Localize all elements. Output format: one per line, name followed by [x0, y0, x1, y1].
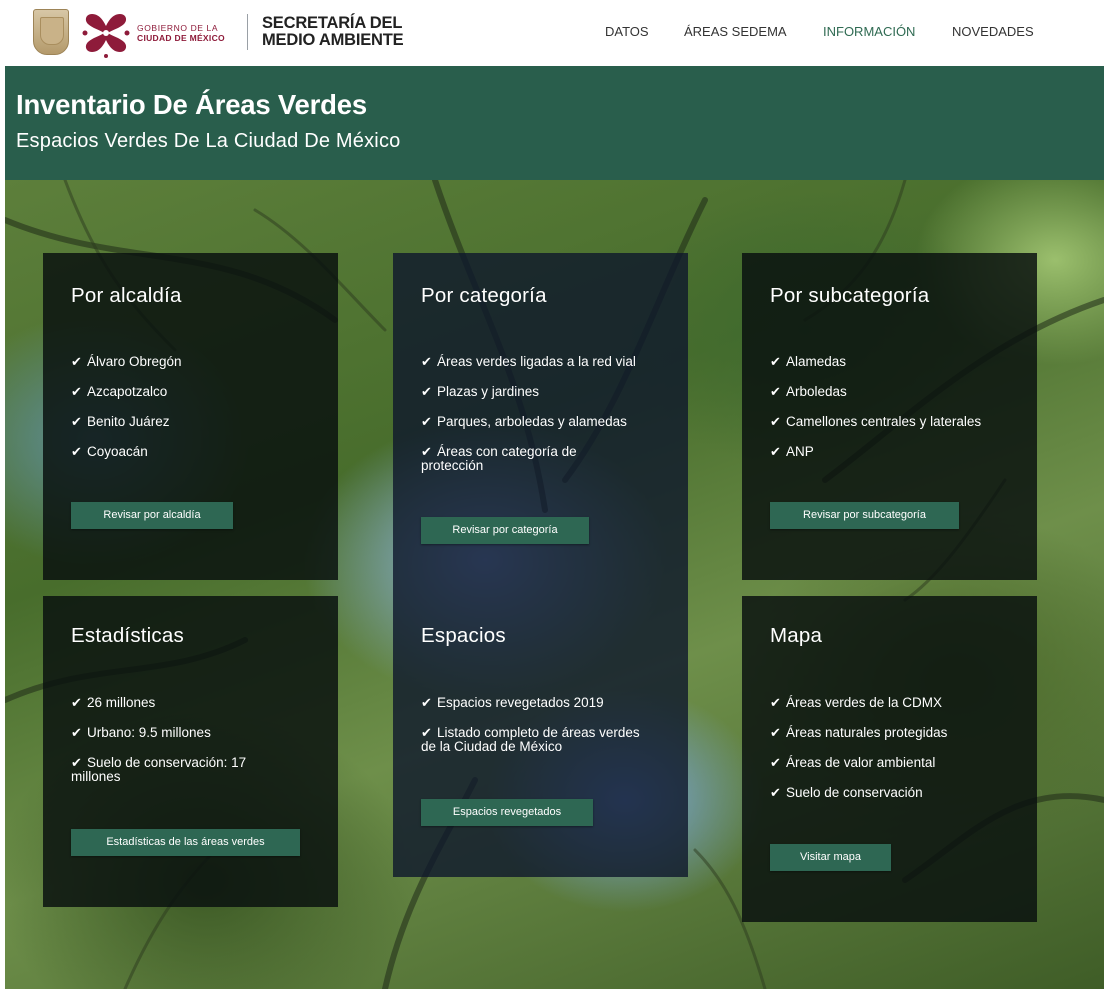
nav-datos[interactable]: DATOS — [605, 24, 649, 39]
page-banner: Inventario De Áreas Verdes Espacios Verd… — [5, 66, 1104, 180]
list-item[interactable]: ✔ Listado completo de áreas verdes de la … — [421, 726, 641, 754]
list-item[interactable]: ✔ Plazas y jardines — [421, 385, 683, 399]
checkmark-icon: ✔ — [71, 755, 82, 770]
checkmark-icon: ✔ — [71, 384, 82, 399]
list-item[interactable]: ✔ Alamedas — [770, 355, 1032, 369]
checkmark-icon: ✔ — [770, 354, 781, 369]
checkmark-icon: ✔ — [71, 414, 82, 429]
card-title: Por categoría — [421, 284, 547, 307]
list-item[interactable]: ✔ Arboledas — [770, 385, 1032, 399]
card-por-alcaldia: Por alcaldía ✔ Álvaro Obregón ✔ Azcapotzal… — [43, 253, 338, 580]
checkmark-icon: ✔ — [770, 695, 781, 710]
list-item[interactable]: ✔ Urbano: 9.5 millones — [71, 726, 333, 740]
checkmark-icon: ✔ — [770, 384, 781, 399]
list-item[interactable]: ✔ ANP — [770, 445, 1032, 459]
list-item[interactable]: ✔ Áreas naturales protegidas — [770, 726, 1032, 740]
list-item[interactable]: ✔ Suelo de conservación — [770, 786, 1032, 800]
checkmark-icon: ✔ — [421, 695, 432, 710]
nav-areas-sedema[interactable]: ÁREAS SEDEMA — [684, 24, 787, 39]
list-item[interactable]: ✔ Suelo de conservación: 17 millones — [71, 756, 286, 784]
list-item[interactable]: ✔ Áreas verdes de la CDMX — [770, 696, 1032, 710]
card-title: Mapa — [770, 624, 823, 647]
checkmark-icon: ✔ — [770, 444, 781, 459]
revisar-por-categoria-button[interactable]: Revisar por categoría — [421, 517, 589, 544]
estadisticas-areas-verdes-button[interactable]: Estadísticas de las áreas verdes — [71, 829, 300, 856]
card-title-espacios: Espacios — [421, 624, 506, 647]
checkmark-icon: ✔ — [421, 414, 432, 429]
nav-novedades[interactable]: NOVEDADES — [952, 24, 1034, 39]
checkmark-icon: ✔ — [421, 444, 432, 459]
checkmark-icon: ✔ — [421, 354, 432, 369]
list-item[interactable]: ✔ Áreas de valor ambiental — [770, 756, 1032, 770]
card-estadisticas: Estadísticas ✔ 26 millones ✔ Urbano: 9.5 m… — [43, 596, 338, 907]
coat-of-arms-icon — [33, 9, 69, 55]
card-mapa: Mapa ✔ Áreas verdes de la CDMX ✔ Áreas nat… — [742, 596, 1037, 922]
list-item[interactable]: ✔ Benito Juárez — [71, 415, 333, 429]
logo-divider — [247, 14, 248, 50]
card-title: Por subcategoría — [770, 284, 930, 307]
checkmark-icon: ✔ — [71, 444, 82, 459]
checkmark-icon: ✔ — [421, 384, 432, 399]
list-item[interactable]: ✔ 26 millones — [71, 696, 333, 710]
list-item[interactable]: ✔ Azcapotzalco — [71, 385, 333, 399]
nav-informacion[interactable]: INFORMACIÓN — [823, 24, 915, 39]
checkmark-icon: ✔ — [770, 414, 781, 429]
card-por-categoria: Por categoría ✔ Áreas verdes ligadas a la… — [393, 253, 688, 877]
list-item[interactable]: ✔ Camellones centrales y laterales — [770, 415, 1032, 429]
checkmark-icon: ✔ — [71, 354, 82, 369]
revisar-por-subcategoria-button[interactable]: Revisar por subcategoría — [770, 502, 959, 529]
card-title: Estadísticas — [71, 624, 184, 647]
page-subtitle: Espacios Verdes De La Ciudad De México — [16, 130, 401, 152]
list-item[interactable]: ✔ Áreas con categoría de protección — [421, 445, 641, 473]
checkmark-icon: ✔ — [71, 725, 82, 740]
top-header: GOBIERNO DE LA CIUDAD DE MÉXICO SECRETAR… — [0, 0, 1104, 66]
espacios-revegetados-button[interactable]: Espacios revegetados — [421, 799, 593, 826]
list-item[interactable]: ✔ Áreas verdes ligadas a la red vial — [421, 355, 683, 369]
checkmark-icon: ✔ — [71, 695, 82, 710]
checkmark-icon: ✔ — [770, 755, 781, 770]
checkmark-icon: ✔ — [421, 725, 432, 740]
card-por-subcategoria: Por subcategoría ✔ Alamedas ✔ Arboledas ✔ C… — [742, 253, 1037, 580]
page-title: Inventario De Áreas Verdes — [16, 89, 367, 120]
cdmx-emblem-icon — [82, 14, 130, 58]
checkmark-icon: ✔ — [770, 725, 781, 740]
list-item[interactable]: ✔ Álvaro Obregón — [71, 355, 333, 369]
checkmark-icon: ✔ — [770, 785, 781, 800]
list-item[interactable]: ✔ Parques, arboledas y alamedas — [421, 415, 683, 429]
list-item[interactable]: ✔ Coyoacán — [71, 445, 333, 459]
revisar-por-alcaldia-button[interactable]: Revisar por alcaldía — [71, 502, 233, 529]
visitar-mapa-button[interactable]: Visitar mapa — [770, 844, 891, 871]
secretaria-logo-text[interactable]: SECRETARÍA DEL MEDIO AMBIENTE — [262, 15, 404, 49]
list-item[interactable]: ✔ Espacios revegetados 2019 — [421, 696, 683, 710]
gobierno-cdmx-logo-text: GOBIERNO DE LA CIUDAD DE MÉXICO — [137, 23, 225, 43]
card-title: Por alcaldía — [71, 284, 182, 307]
